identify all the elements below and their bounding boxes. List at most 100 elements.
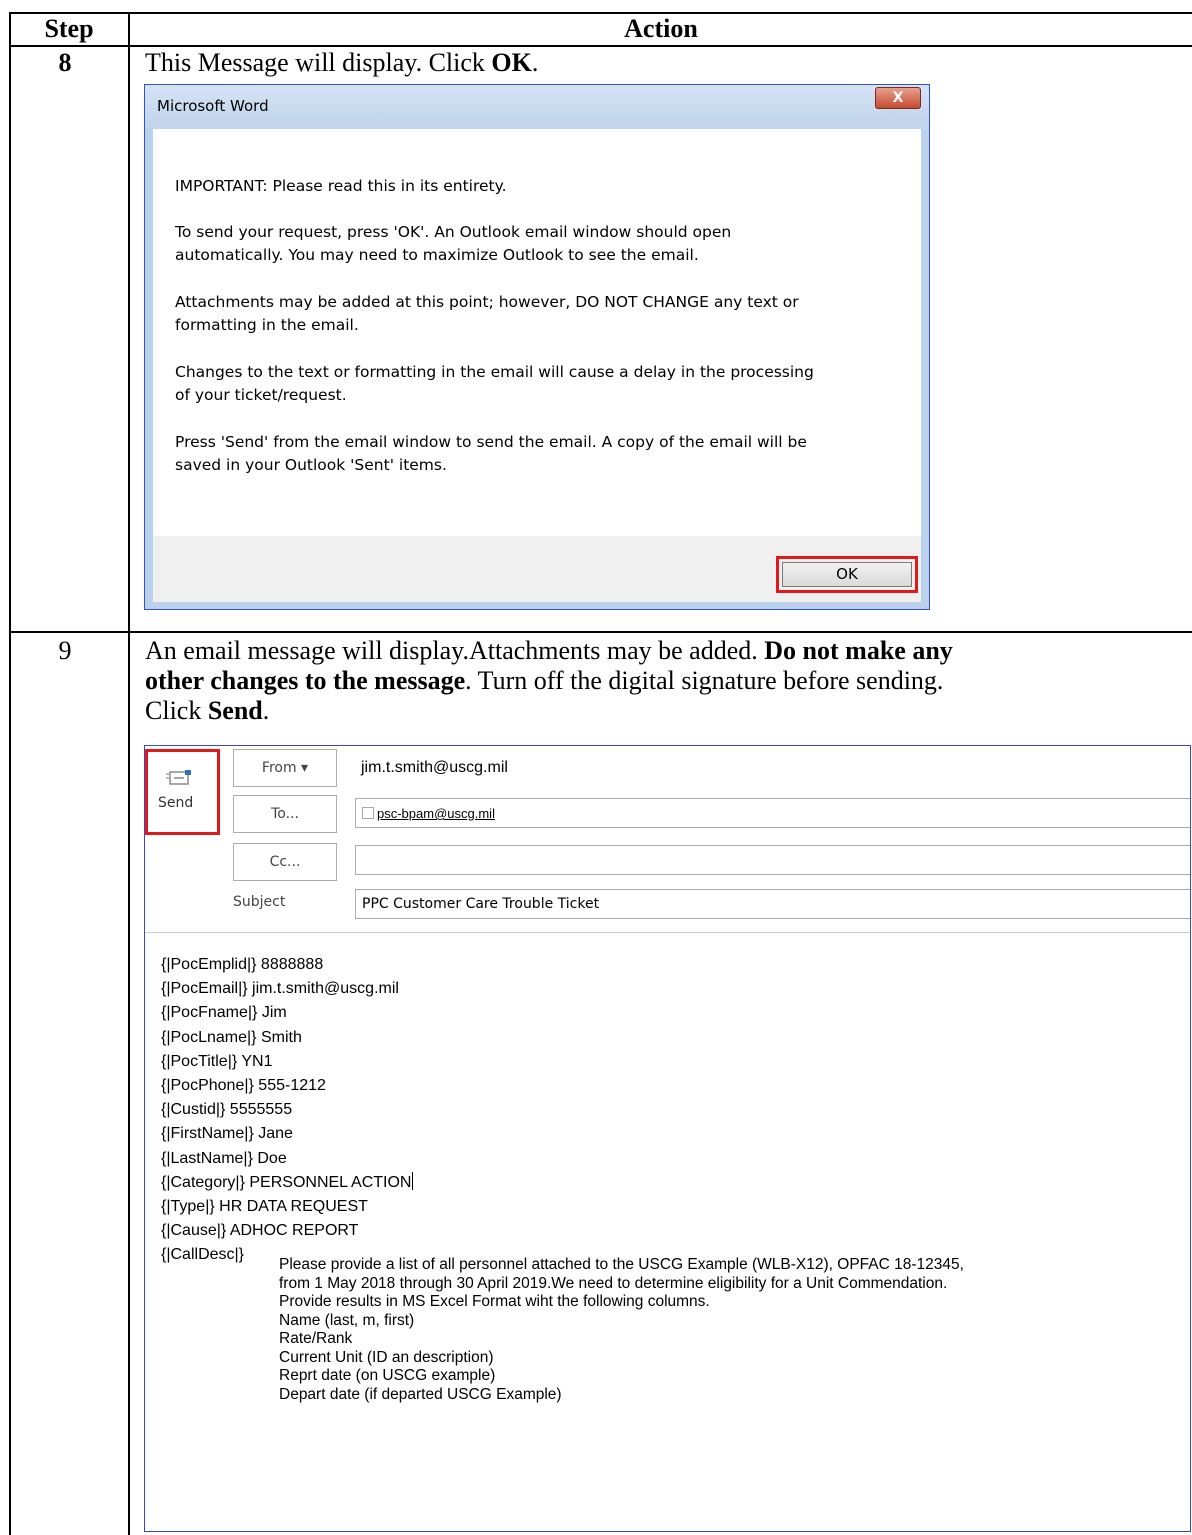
field-key: {|Cause|}: [161, 1222, 227, 1240]
step-number-9: 9: [58, 636, 72, 665]
field-value: PERSONNEL ACTION: [244, 1173, 412, 1191]
body-row-pocemplid: {|PocEmplid|} 8888888: [161, 953, 413, 977]
field-value: 5555555: [225, 1101, 293, 1119]
table-row-divider: [9, 631, 1192, 633]
dialog-line: To send your request, press 'OK'. An Out…: [175, 223, 732, 241]
word-dialog: Microsoft Word X IMPORTANT: Please read …: [144, 84, 930, 610]
outlook-email-window: Send From ▾ jim.t.smith@uscg.mil To... p…: [144, 745, 1191, 1532]
call-desc-line: from 1 May 2018 through 30 April 2019.We…: [279, 1274, 948, 1292]
dialog-line: automatically. You may need to maximize …: [175, 246, 699, 264]
dialog-line: Attachments may be added at this point; …: [175, 293, 799, 311]
from-button[interactable]: From ▾: [233, 749, 337, 787]
send-button[interactable]: Send: [148, 752, 217, 832]
dialog-button-bar: OK: [153, 536, 921, 602]
close-icon[interactable]: X: [875, 87, 921, 109]
body-row-cause: {|Cause|} ADHOC REPORT: [161, 1219, 413, 1243]
call-desc-line: Please provide a list of all personnel a…: [279, 1256, 964, 1273]
table-border-left: [9, 12, 11, 1535]
instruction-text: This Message will display. Click: [145, 48, 492, 77]
to-button[interactable]: To...: [233, 795, 337, 833]
field-key: {|CallDesc|}: [161, 1246, 245, 1264]
field-value: Doe: [252, 1149, 287, 1167]
dialog-paragraph-important: IMPORTANT: Please read this in its entir…: [175, 177, 507, 195]
instruction-text: Click: [145, 696, 208, 725]
field-value: HR DATA REQUEST: [214, 1198, 368, 1216]
instruction-text: .: [262, 696, 270, 725]
field-key: {|PocEmplid|}: [161, 956, 257, 973]
instruction-text: .: [531, 48, 539, 77]
dialog-line: formatting in the email.: [175, 316, 359, 334]
header-step: Step: [44, 14, 94, 43]
body-row-custid: {|Custid|} 5555555: [161, 1098, 413, 1122]
instruction-line: An email message will display.Attachment…: [145, 636, 1185, 666]
table-column-divider: [128, 12, 130, 1535]
body-row-poctitle: {|PocTitle|} YN1: [161, 1050, 413, 1074]
field-key: {|LastName|}: [161, 1149, 253, 1167]
body-row-poclname: {|PocLname|} Smith: [161, 1026, 413, 1050]
field-key: {|PocLname|}: [161, 1028, 257, 1046]
subject-label: Subject: [233, 894, 286, 910]
field-value: jim.t.smith@uscg.mil: [247, 980, 399, 998]
field-key: {|PocPhone|}: [161, 1077, 254, 1095]
instruction-line: other changes to the message. Turn off t…: [145, 666, 1185, 696]
call-description: Please provide a list of all personnel a…: [279, 1256, 964, 1404]
instruction-bold: OK: [491, 48, 532, 77]
send-label: Send: [158, 795, 194, 811]
field-value: 8888888: [256, 956, 324, 973]
text-cursor: [412, 1171, 414, 1190]
call-desc-line: Depart date (if departed USCG Example): [279, 1385, 562, 1403]
step-8-instruction: This Message will display. Click OK.: [145, 48, 538, 78]
dialog-line: Changes to the text or formatting in the…: [175, 363, 814, 381]
header-body-separator: [145, 932, 1190, 933]
header-action: Action: [624, 14, 698, 43]
send-envelope-icon: [166, 770, 191, 785]
instruction-line: Click Send.: [145, 696, 1185, 726]
dialog-line: Press 'Send' from the email window to se…: [175, 433, 807, 451]
body-row-type: {|Type|} HR DATA REQUEST: [161, 1195, 413, 1219]
subject-field[interactable]: PPC Customer Care Trouble Ticket: [355, 889, 1190, 919]
from-value: jim.t.smith@uscg.mil: [361, 759, 508, 776]
instruction-bold: other changes to the message: [145, 666, 466, 695]
step-number-8: 8: [58, 48, 72, 77]
instruction-bold: Do not make any: [764, 636, 953, 665]
field-value: 555-1212: [253, 1077, 326, 1095]
instruction-text: An email message will display.Attachment…: [145, 636, 765, 665]
dialog-line: of your ticket/request.: [175, 386, 347, 404]
cc-button[interactable]: Cc...: [233, 843, 337, 881]
call-desc-line: Provide results in MS Excel Format wiht …: [279, 1293, 710, 1310]
body-row-category: {|Category|} PERSONNEL ACTION: [161, 1171, 414, 1195]
call-desc-line: Name (last, m, first): [279, 1311, 415, 1329]
dialog-title: Microsoft Word: [157, 97, 269, 115]
field-key: {|Custid|}: [161, 1101, 226, 1119]
field-value: Jane: [253, 1125, 293, 1143]
field-value: YN1: [237, 1052, 273, 1070]
dialog-titlebar: Microsoft Word X: [145, 85, 929, 129]
field-key: {|PocFname|}: [161, 1004, 258, 1022]
cc-field[interactable]: [355, 845, 1190, 875]
send-highlight-box: Send: [145, 749, 220, 835]
step-9-instruction: An email message will display.Attachment…: [145, 636, 1185, 726]
to-field[interactable]: psc-bpam@uscg.mil: [355, 798, 1190, 828]
body-row-firstname: {|FirstName|} Jane: [161, 1122, 413, 1146]
call-desc-line: Current Unit (ID an description): [279, 1348, 494, 1366]
to-recipient[interactable]: psc-bpam@uscg.mil: [377, 806, 495, 821]
body-row-pocphone: {|PocPhone|} 555-1212: [161, 1074, 413, 1098]
instruction-bold: Send: [207, 696, 263, 725]
table-header-divider: [9, 45, 1192, 47]
recipient-checkbox-icon: [362, 807, 374, 819]
ok-button[interactable]: OK: [782, 562, 912, 587]
field-value: ADHOC REPORT: [226, 1222, 359, 1240]
call-desc-line: Reprt date (on USCG example): [279, 1367, 496, 1384]
field-key: {|Type|}: [161, 1198, 215, 1216]
body-row-pocemail: {|PocEmail|} jim.t.smith@uscg.mil: [161, 977, 413, 1001]
field-key: {|PocTitle|}: [161, 1052, 238, 1070]
instruction-text: . Turn off the digital signature before …: [465, 666, 944, 695]
email-body[interactable]: {|PocEmplid|} 8888888 {|PocEmail|} jim.t…: [161, 953, 414, 1268]
field-key: {|Category|}: [161, 1173, 245, 1191]
body-row-pocfname: {|PocFname|} Jim: [161, 1001, 413, 1025]
dialog-message-area: IMPORTANT: Please read this in its entir…: [153, 129, 921, 536]
body-row-lastname: {|LastName|} Doe: [161, 1147, 413, 1171]
field-value: Smith: [256, 1028, 302, 1046]
dialog-line: saved in your Outlook 'Sent' items.: [175, 456, 447, 474]
field-key: {|FirstName|}: [161, 1125, 254, 1143]
